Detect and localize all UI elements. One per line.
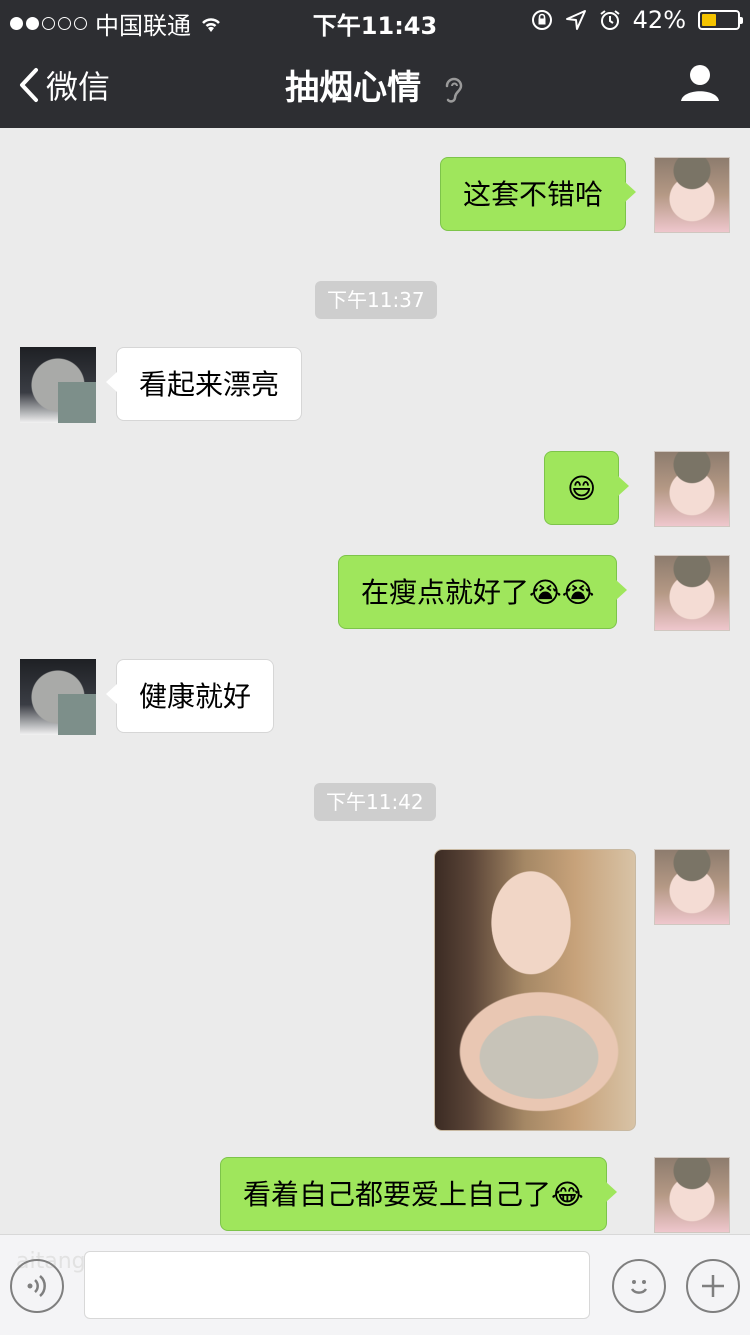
person-icon (681, 65, 719, 101)
sent-message[interactable]: 😄 (544, 451, 630, 525)
sent-message[interactable]: 看着自己都要爱上自己了😂 (220, 1157, 617, 1231)
input-bar: aitangtu.com (0, 1234, 750, 1335)
my-avatar[interactable] (654, 555, 730, 631)
my-avatar[interactable] (654, 1157, 730, 1233)
chat-title: 抽烟心情 (285, 68, 422, 108)
received-message[interactable]: 看起来漂亮 (105, 347, 303, 421)
battery-icon (698, 10, 743, 30)
nav-bar: 微信 抽烟心情 (0, 40, 750, 128)
sent-message[interactable]: 这套不错哈 (440, 157, 637, 231)
chat-info-button[interactable] (680, 64, 720, 106)
message-input[interactable] (84, 1251, 590, 1319)
chat-title-wrap: 抽烟心情 (0, 60, 750, 109)
voice-icon (27, 1275, 46, 1297)
status-right: 42% (531, 6, 743, 34)
contact-avatar[interactable] (20, 659, 96, 735)
smiley-icon (630, 1280, 648, 1294)
contact-avatar[interactable] (20, 347, 96, 423)
more-button[interactable] (686, 1259, 740, 1313)
my-avatar[interactable] (654, 157, 730, 233)
timestamp: 下午11:42 (314, 783, 436, 821)
sent-message[interactable]: 在瘦点就好了😭😭 (338, 555, 628, 629)
battery-percent: 42% (632, 6, 686, 34)
voice-input-button[interactable] (10, 1259, 64, 1313)
message-list[interactable]: 这套不错哈 下午11:37 看起来漂亮 😄 在瘦点就好了😭😭 健康就好 下午11… (0, 128, 750, 1234)
status-bar: 中国联通 下午11:43 42% (0, 0, 750, 40)
earpiece-mode-icon (445, 77, 463, 103)
sent-photo[interactable] (434, 849, 636, 1131)
emoji-button[interactable] (612, 1259, 666, 1313)
received-message[interactable]: 健康就好 (105, 659, 275, 733)
alarm-icon (600, 10, 620, 30)
my-avatar[interactable] (654, 849, 730, 925)
my-avatar[interactable] (654, 451, 730, 527)
rotation-lock-icon (531, 10, 552, 30)
plus-icon (702, 1275, 724, 1297)
timestamp: 下午11:37 (315, 281, 437, 319)
location-arrow-icon (565, 10, 586, 30)
battery-level (702, 14, 717, 26)
